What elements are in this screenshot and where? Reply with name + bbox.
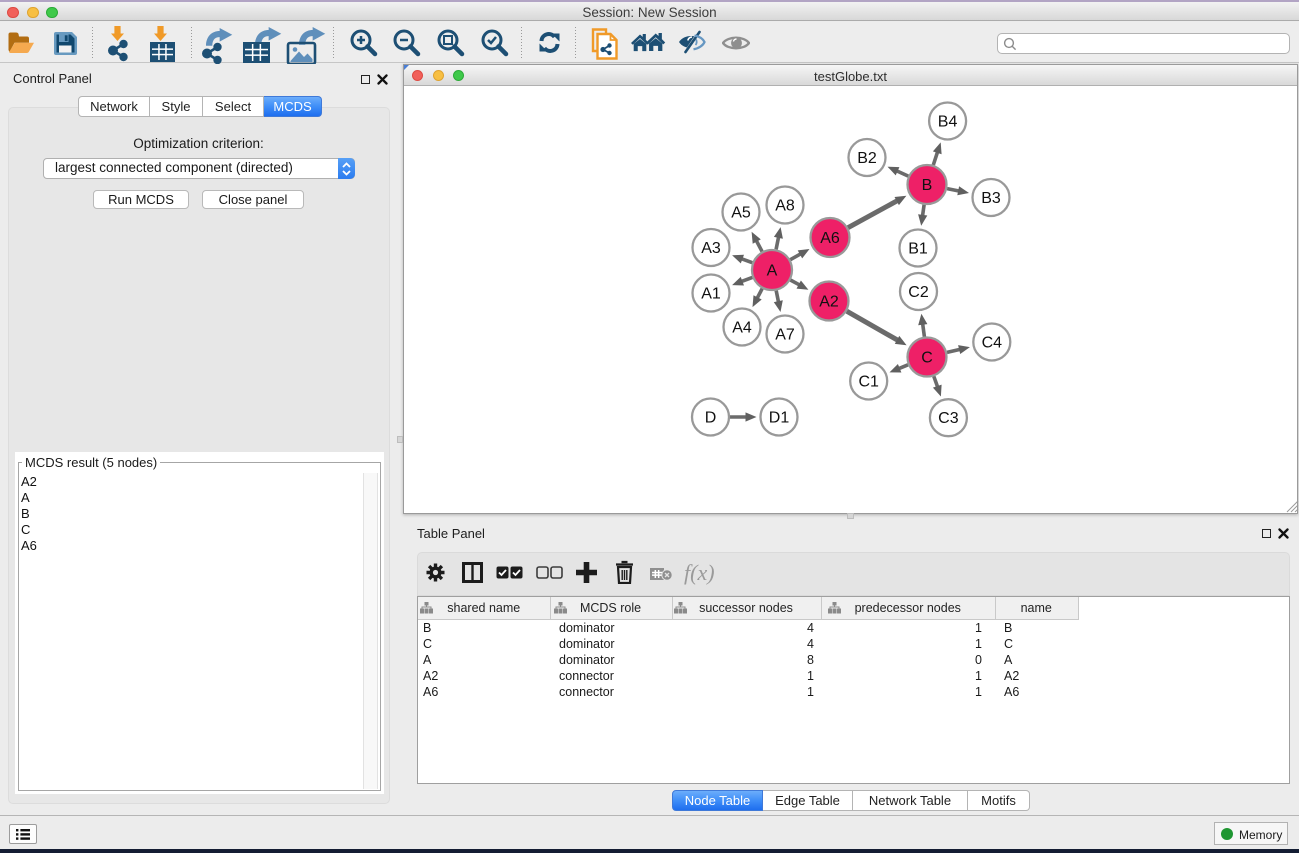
svg-text:B3: B3: [981, 190, 1001, 207]
svg-text:D1: D1: [769, 410, 790, 427]
svg-text:B4: B4: [938, 114, 958, 131]
svg-text:C: C: [921, 350, 933, 367]
svg-text:B1: B1: [908, 241, 928, 258]
svg-text:A8: A8: [775, 198, 795, 215]
svg-text:A3: A3: [701, 240, 721, 257]
svg-text:A1: A1: [701, 286, 721, 303]
svg-text:C1: C1: [858, 374, 879, 391]
svg-text:A4: A4: [732, 320, 752, 337]
svg-text:C2: C2: [908, 284, 929, 301]
svg-text:A: A: [767, 263, 778, 280]
svg-text:B: B: [922, 177, 933, 194]
svg-text:A7: A7: [775, 327, 795, 344]
svg-text:A6: A6: [820, 230, 840, 247]
svg-text:C4: C4: [982, 335, 1003, 352]
svg-text:C3: C3: [938, 410, 959, 427]
svg-text:B2: B2: [857, 150, 877, 167]
svg-text:A2: A2: [819, 294, 839, 311]
svg-text:D: D: [705, 410, 717, 427]
svg-text:A5: A5: [731, 205, 751, 222]
